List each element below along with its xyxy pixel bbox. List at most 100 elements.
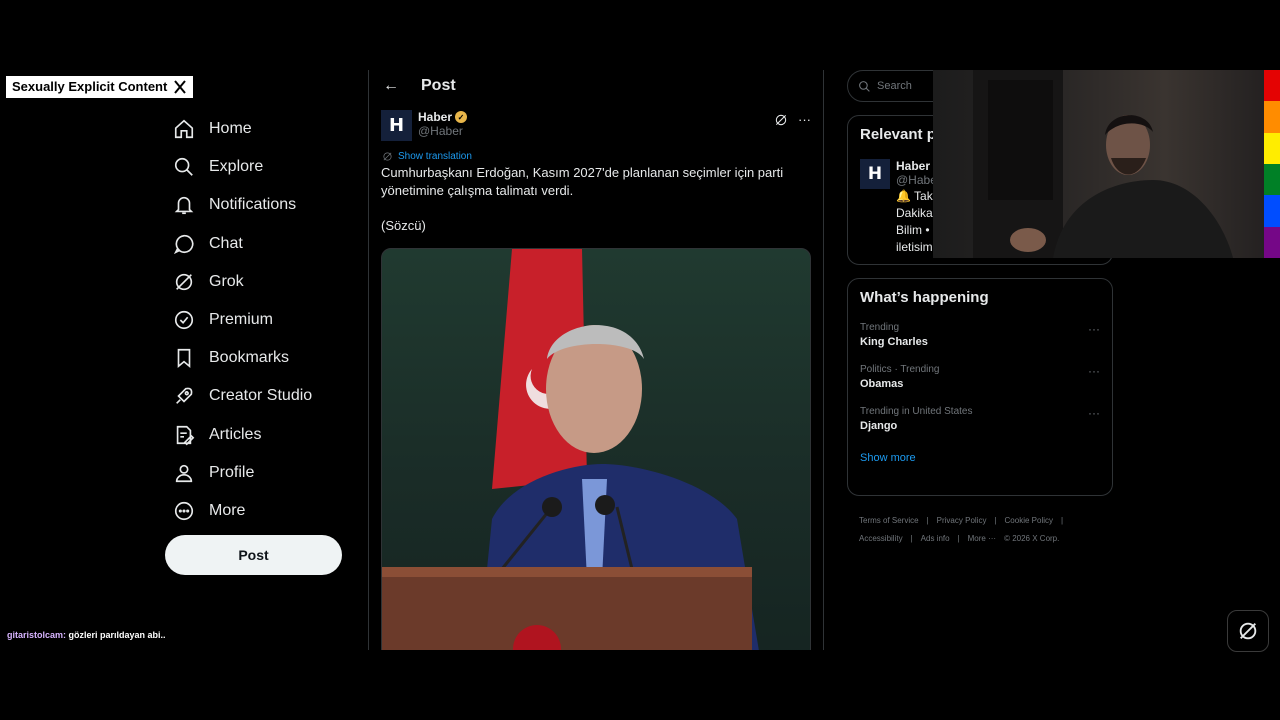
whats-happening-panel: What’s happening Trending King Charles ·…: [847, 278, 1113, 496]
post-button[interactable]: Post: [165, 535, 342, 575]
nav-item-chat[interactable]: Chat: [165, 225, 345, 263]
post-author-row: H Haber ✓ @Haber ···: [369, 106, 823, 141]
trend-meta: Trending in United States: [860, 406, 973, 417]
post-header: ← Post: [369, 70, 823, 102]
footer-divider: |: [994, 516, 997, 525]
author-name[interactable]: Haber: [418, 110, 452, 124]
chat-username: gitaristolcam:: [7, 630, 67, 640]
grok-floating-button[interactable]: [1227, 610, 1269, 652]
nav-label: Bookmarks: [209, 349, 290, 367]
nav-label: Articles: [209, 425, 262, 443]
banner-label: Sexually Explicit Content: [12, 79, 168, 94]
grok-icon[interactable]: [774, 113, 788, 127]
rainbow-bar: [1264, 70, 1280, 258]
trend-item[interactable]: Trending King Charles ···: [860, 322, 1100, 348]
nav-label: Home: [209, 120, 252, 138]
back-arrow-icon[interactable]: ←: [383, 77, 399, 95]
show-more-link[interactable]: Show more: [860, 452, 1100, 464]
rainbow-stripe: [1264, 226, 1280, 258]
profile-icon: [175, 464, 193, 482]
nav-item-home[interactable]: Home: [165, 110, 345, 148]
post-text: Cumhurbaşkanı Erdoğan, Kasım 2027'de pla…: [381, 165, 784, 198]
grok-icon: [1239, 622, 1257, 640]
avatar[interactable]: H: [381, 110, 412, 141]
post-actions: ···: [774, 110, 811, 127]
nav-item-creator-studio[interactable]: Creator Studio: [165, 377, 345, 415]
home-icon: [174, 119, 194, 139]
bookmark-icon: [177, 349, 191, 369]
webcam-overlay: [933, 70, 1264, 258]
bell-icon: [174, 197, 194, 215]
trend-more-icon[interactable]: ···: [1088, 322, 1100, 336]
footer-accessibility[interactable]: Accessibility: [859, 534, 903, 543]
nav-label: Chat: [209, 234, 243, 252]
grok-icon: [175, 273, 193, 291]
footer-copyright: © 2026 X Corp.: [1004, 534, 1060, 543]
post-image[interactable]: [381, 248, 811, 650]
page-title: Post: [421, 77, 456, 94]
more-circle-icon: [174, 501, 194, 521]
photo-placeholder: [382, 249, 759, 650]
premium-icon: [174, 310, 194, 330]
happening-title: What’s happening: [860, 289, 989, 306]
footer-terms[interactable]: Terms of Service: [859, 516, 919, 525]
rainbow-stripe: [1264, 70, 1280, 102]
sidebar-nav: Home Explore Notifications Chat Grok Pre…: [165, 110, 345, 530]
footer-divider: |: [957, 534, 960, 543]
footer-cookie[interactable]: Cookie Policy: [1005, 516, 1053, 525]
translate-icon: [383, 152, 392, 161]
post-source: (Sözcü): [381, 218, 426, 233]
trend-more-icon[interactable]: ···: [1088, 364, 1100, 378]
rainbow-stripe: [1264, 101, 1280, 133]
post-detail-column: ← Post H Haber ✓ @Haber ··· Show transla…: [368, 70, 824, 650]
nav-item-premium[interactable]: Premium: [165, 301, 345, 339]
nav-label: Profile: [209, 463, 255, 481]
stream-chat-message: gitaristolcam: gözleri parıldayan abi..: [7, 630, 166, 640]
nav-label: Premium: [209, 311, 274, 329]
search-icon: [859, 80, 870, 92]
avatar[interactable]: H: [860, 159, 890, 189]
trend-meta: Trending: [860, 322, 900, 333]
explicit-content-banner: Sexually Explicit Content: [6, 76, 194, 98]
trend-meta: Politics · Trending: [860, 364, 940, 375]
footer-links: Terms of Service | Privacy Policy | Cookie P…: [859, 512, 1109, 548]
trend-topic: Obamas: [860, 378, 904, 390]
rainbow-stripe: [1264, 163, 1280, 196]
nav-item-grok[interactable]: Grok: [165, 263, 345, 301]
chat-text: gözleri parıldayan abi..: [66, 630, 166, 640]
nav-item-notifications[interactable]: Notifications: [165, 186, 345, 224]
more-options-icon[interactable]: ···: [798, 112, 811, 127]
nav-label: Grok: [209, 272, 244, 290]
nav-item-more[interactable]: More: [165, 492, 345, 530]
webcam-feed: [973, 70, 1233, 258]
nav-item-profile[interactable]: Profile: [165, 454, 345, 492]
footer-divider: |: [926, 516, 929, 525]
article-icon: [176, 425, 195, 445]
trend-topic: King Charles: [860, 336, 928, 348]
footer-ads-info[interactable]: Ads info: [921, 534, 950, 543]
trend-item[interactable]: Trending in United States Django ···: [860, 406, 1100, 432]
nav-label: Creator Studio: [209, 387, 313, 405]
nav-item-explore[interactable]: Explore: [165, 148, 345, 186]
trend-topic: Django: [860, 420, 898, 432]
author-name-row: Haber ✓: [418, 110, 468, 124]
verified-badge-icon: ✓: [455, 111, 468, 123]
author-info: Haber ✓ @Haber: [418, 110, 468, 138]
nav-item-articles[interactable]: Articles: [165, 416, 345, 454]
nav-label: More: [209, 501, 246, 519]
footer-privacy[interactable]: Privacy Policy: [937, 516, 987, 525]
footer-divider: |: [910, 534, 913, 543]
author-handle[interactable]: @Haber: [418, 124, 467, 138]
trend-more-icon[interactable]: ···: [1088, 406, 1100, 420]
rocket-icon: [176, 388, 193, 405]
footer-more[interactable]: More ···: [968, 534, 996, 543]
chat-icon: [173, 234, 194, 254]
show-translation-label: Show translation: [398, 151, 472, 162]
rainbow-stripe: [1264, 195, 1280, 227]
show-translation-link[interactable]: Show translation: [369, 141, 823, 162]
nav-label: Explore: [209, 158, 264, 176]
nav-item-bookmarks[interactable]: Bookmarks: [165, 339, 345, 377]
rainbow-stripe: [1264, 132, 1280, 164]
trend-item[interactable]: Politics · Trending Obamas ···: [860, 364, 1100, 390]
nav-label: Notifications: [209, 196, 297, 214]
